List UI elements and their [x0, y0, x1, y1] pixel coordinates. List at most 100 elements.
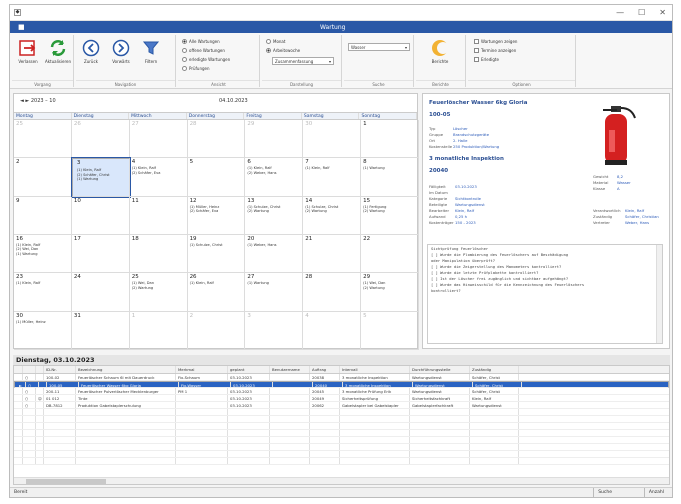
calendar-day-cell[interactable]: 8 (1) Wartung	[361, 158, 419, 197]
filter-button[interactable]: Filtern	[140, 39, 162, 64]
radio-done-maintenance[interactable]: erledigte Wartungen	[182, 57, 230, 62]
minimize-icon[interactable]: —	[616, 8, 624, 17]
calendar-day-cell[interactable]: 29	[245, 120, 304, 159]
field-value[interactable]: Brandschutzgeräte	[453, 132, 489, 137]
calendar-day-cell[interactable]: 15 (1) Fertigung (2) Wartung	[361, 196, 419, 235]
calendar-day-cell[interactable]: 3	[245, 311, 304, 350]
calendar-day-cell[interactable]: 23 (1) Klein, Ralf	[14, 273, 72, 312]
calendar-day-cell[interactable]: 1	[361, 120, 419, 159]
forward-button[interactable]: Vorwärts	[110, 39, 132, 64]
horizontal-scrollbar[interactable]	[14, 477, 669, 484]
calendar-day-cell[interactable]: 30	[303, 120, 362, 159]
calendar-day-cell[interactable]: 27	[129, 120, 188, 159]
table-row[interactable]: ○ ☺ 01 012 Tinte 03.10.2023 20049 Sicherheitsp…	[14, 395, 669, 402]
field-value[interactable]: A	[617, 186, 620, 191]
table-row[interactable]: ○ 100-02 Feuerlöscher Schaum 6l mit Dauerd…	[14, 374, 669, 381]
calendar-day-cell[interactable]: 12 (1) Müller, Heinz (2) Schäfer, Eva	[187, 196, 246, 235]
table-row[interactable]: ► ○ 100-05 Feuerlöscher Wasser 6kg Gloria Fi…	[14, 381, 669, 388]
appointment-entry[interactable]: (2) Wartung	[130, 286, 187, 290]
calendar-day-cell[interactable]: 5	[361, 311, 419, 350]
field-value[interactable]: 2. Halle	[453, 138, 467, 143]
calendar-day-cell[interactable]: 24	[71, 273, 130, 312]
radio-open-maintenance[interactable]: offene Wartungen	[182, 48, 225, 53]
calendar-day-cell[interactable]: 2	[187, 311, 246, 350]
column-header[interactable]: Intervall	[340, 366, 410, 373]
column-header[interactable]: Bezeichnung	[76, 366, 176, 373]
calendar-day-cell[interactable]: 16 (1) Klein, Ralf (2) Wei, Dan (1) Wartung	[14, 235, 72, 274]
appointment-entry[interactable]: (1) Wartung	[14, 252, 71, 256]
field-value[interactable]: 150 - 2023	[455, 220, 476, 225]
notes-scrollbar[interactable]	[656, 245, 662, 343]
calendar-day-cell[interactable]: 4	[303, 311, 362, 350]
appointment-entry[interactable]: (2) Schäfer, Eva	[188, 209, 245, 213]
field-value[interactable]: Wasser	[617, 180, 631, 185]
field-value[interactable]: Wartungsdienst	[455, 202, 485, 207]
field-value[interactable]: Weber, Hans	[625, 220, 649, 225]
appointment-entry[interactable]: (1) Weber, Hans	[245, 243, 302, 247]
calendar-day-cell[interactable]: 19 (1) Schulze, Christ	[187, 235, 246, 274]
close-icon[interactable]: ✕	[659, 8, 666, 17]
column-header[interactable]: Auftrag	[310, 366, 340, 373]
appointment-entry[interactable]: (1) Wartung	[245, 281, 302, 285]
appointment-entry[interactable]: (1) Müller, Heinz	[14, 320, 71, 324]
column-header[interactable]: geplant	[228, 366, 270, 373]
calendar-day-cell[interactable]: 26 (1) Klein, Ralf	[187, 273, 246, 312]
calendar-day-cell[interactable]: 18	[129, 235, 188, 274]
column-header[interactable]: Benutzername	[270, 366, 310, 373]
month-navigator[interactable]: ◄ ► 2023 – 10	[20, 98, 56, 104]
table-row[interactable]: ○ DB-7812 Produktion Gabelstaplerschulung 0…	[14, 402, 669, 409]
inspection-notes[interactable]: Sichtprüfung Feuerlöscher[ ] Wurde die P…	[427, 244, 663, 344]
calendar-day-cell[interactable]: 20 (1) Weber, Hans	[245, 235, 304, 274]
calendar-day-cell[interactable]: 10	[71, 196, 130, 235]
calendar-day-cell[interactable]: 6 (1) Klein, Ralf (2) Weber, Hans	[245, 158, 304, 197]
appointment-entry[interactable]: (2) Schäfer, Eva	[130, 171, 187, 175]
calendar-day-cell[interactable]: 3 (1) Klein, Ralf (2) Schäfer, Christ (1) W…	[70, 157, 131, 198]
radio-inspections[interactable]: Prüfungen	[182, 66, 210, 71]
field-value[interactable]: Sichtkontrolle	[455, 196, 481, 201]
calendar-day-cell[interactable]: 11	[129, 196, 188, 235]
column-header[interactable]: Zuständig	[470, 366, 519, 373]
appointment-entry[interactable]: (2) Wartung	[361, 286, 418, 290]
appointment-entry[interactable]: (2) Wartung	[303, 209, 360, 213]
column-header[interactable]	[14, 366, 23, 373]
calendar-day-cell[interactable]: 27 (1) Wartung	[245, 273, 304, 312]
display-select[interactable]: Zusammenfassung ▾	[272, 57, 334, 65]
calendar-day-cell[interactable]: 14 (1) Schulze, Christ (2) Wartung	[303, 196, 362, 235]
calendar-day-cell[interactable]: 29 (1) Wei, Dan (2) Wartung	[361, 273, 419, 312]
appointment-entry[interactable]: (1) Wartung	[361, 166, 418, 170]
appointment-entry[interactable]: (1) Klein, Ralf	[303, 166, 360, 170]
appointment-entry[interactable]: (1) Schulze, Christ	[188, 243, 245, 247]
check-done[interactable]: Erledigte	[474, 57, 499, 62]
field-value[interactable]: Klein, Ralf	[455, 208, 474, 213]
calendar-day-cell[interactable]: 28	[187, 120, 246, 159]
column-header[interactable]	[36, 366, 44, 373]
column-header[interactable]: Durchführungsstelle	[410, 366, 470, 373]
column-header[interactable]: Merkmal	[176, 366, 228, 373]
radio-workweek[interactable]: Arbeitswoche	[266, 48, 300, 53]
calendar-day-cell[interactable]: 26	[71, 120, 130, 159]
field-value[interactable]: Löscher	[453, 126, 468, 131]
check-show-appointments[interactable]: Termine anzeigen	[474, 48, 516, 53]
maximize-icon[interactable]: ☐	[638, 8, 645, 17]
exit-button[interactable]: Verlassen	[15, 39, 41, 64]
search-input[interactable]: Wasser ▾	[348, 43, 410, 51]
calendar-day-cell[interactable]: 5	[187, 158, 246, 197]
table-row[interactable]: ○ 200-11 Feuerlöscher Pulverlöscher Meckle…	[14, 388, 669, 395]
appointment-entry[interactable]: (1) Wartung	[75, 177, 129, 181]
calendar-day-cell[interactable]: 1	[129, 311, 188, 350]
appointment-entry[interactable]: (1) Klein, Ralf	[188, 281, 245, 285]
calendar-day-cell[interactable]: 9	[14, 196, 72, 235]
calendar-day-cell[interactable]: 21	[303, 235, 362, 274]
calendar-day-cell[interactable]: 7 (1) Klein, Ralf	[303, 158, 362, 197]
column-header[interactable]	[23, 366, 36, 373]
refresh-button[interactable]: Aktualisieren	[44, 39, 72, 64]
appointment-entry[interactable]: (2) Weber, Hans	[245, 171, 302, 175]
calendar-day-cell[interactable]: 30 (1) Müller, Heinz	[14, 311, 72, 350]
field-value[interactable]: 0,25 h	[455, 214, 467, 219]
calendar-day-cell[interactable]: 31	[71, 311, 130, 350]
calendar-day-cell[interactable]: 22	[361, 235, 419, 274]
radio-all-maintenance[interactable]: Alle Wartungen	[182, 39, 220, 44]
calendar-day-cell[interactable]: 2	[14, 158, 72, 197]
calendar-day-cell[interactable]: 25	[14, 120, 72, 159]
appointment-entry[interactable]: (2) Wartung	[361, 209, 418, 213]
